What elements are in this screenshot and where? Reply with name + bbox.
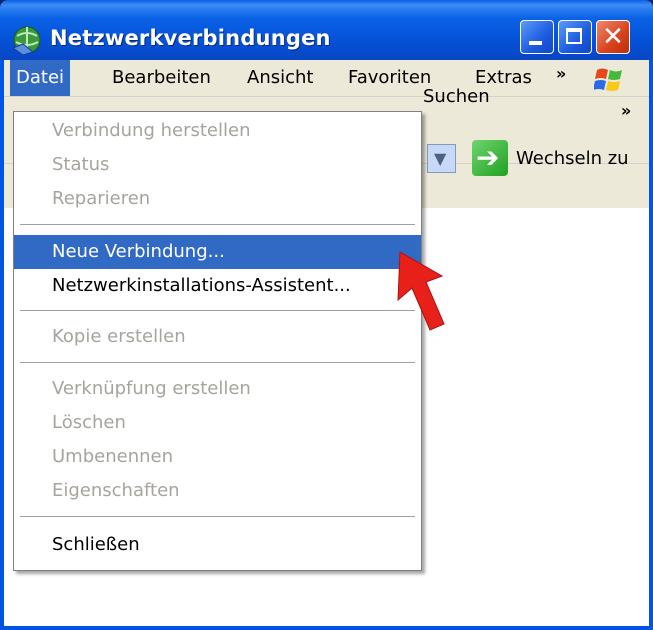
menu-bar: Datei Bearbeiten Ansicht Favoriten Extra… [4, 60, 649, 97]
go-button-label[interactable]: Wechseln zu [516, 148, 629, 169]
menu-item-new-connection[interactable]: Neue Verbindung... [14, 235, 421, 269]
menu-item-connect[interactable]: Verbindung herstellen [14, 114, 421, 148]
menu-item-rename[interactable]: Umbenennen [14, 440, 421, 474]
chevron-down-icon: ▼ [434, 149, 447, 168]
menu-file[interactable]: Datei [10, 60, 71, 96]
menu-edit[interactable]: Bearbeiten [106, 60, 217, 96]
app-window: Netzwerkverbindungen ✕ Datei Bearbeiten … [0, 0, 653, 630]
file-menu-dropdown: Verbindung herstellen Status Reparieren … [13, 111, 422, 571]
menu-item-network-setup-wizard[interactable]: Netzwerkinstallations-Assistent... [14, 269, 421, 303]
maximize-icon [566, 28, 582, 44]
windows-logo-icon [594, 68, 622, 91]
menu-separator [20, 362, 415, 364]
window-title: Netzwerkverbindungen [50, 26, 331, 50]
toolbar-overflow-chevron-icon[interactable]: » [621, 101, 631, 120]
menu-item-repair[interactable]: Reparieren [14, 182, 421, 216]
menu-view[interactable]: Ansicht [241, 60, 319, 96]
title-bar[interactable]: Netzwerkverbindungen ✕ [0, 0, 653, 60]
annotation-arrow-icon [397, 251, 445, 331]
menu-item-create-shortcut[interactable]: Verknüpfung erstellen [14, 372, 421, 406]
minimize-button[interactable] [520, 20, 554, 54]
maximize-button[interactable] [558, 20, 592, 54]
close-icon: ✕ [602, 22, 624, 52]
address-dropdown-button[interactable]: ▼ [427, 144, 456, 173]
close-button[interactable]: ✕ [596, 20, 630, 54]
menu-separator [20, 224, 415, 226]
menu-item-status[interactable]: Status [14, 148, 421, 182]
menu-separator [20, 516, 415, 518]
menu-item-delete[interactable]: Löschen [14, 406, 421, 440]
go-button[interactable]: ➔ [472, 140, 508, 176]
menu-separator [20, 310, 415, 312]
menu-item-copy[interactable]: Kopie erstellen [14, 320, 421, 354]
menubar-overflow-chevron-icon[interactable]: » [556, 64, 566, 83]
network-connections-icon [11, 26, 41, 56]
green-arrow-icon: ➔ [476, 141, 500, 174]
menu-item-close[interactable]: Schließen [14, 528, 421, 562]
menu-item-properties[interactable]: Eigenschaften [14, 474, 421, 508]
search-button-label[interactable]: Suchen [423, 86, 490, 107]
minimize-icon [529, 41, 542, 45]
